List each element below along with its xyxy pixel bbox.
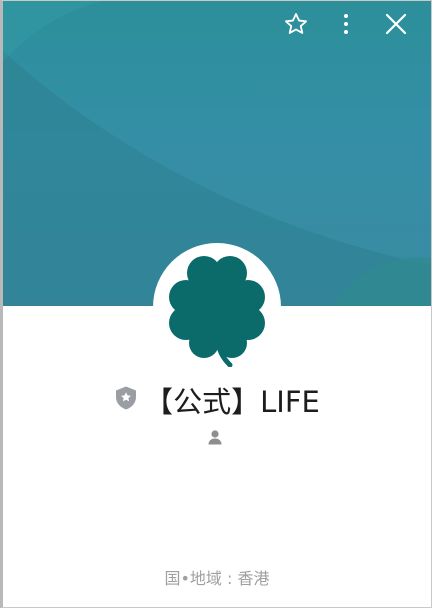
avatar[interactable] [153, 243, 281, 371]
header-actions [281, 9, 411, 39]
person-icon [207, 429, 223, 449]
clover-icon [169, 256, 265, 367]
official-shield-icon [114, 385, 138, 415]
profile-name: 【公式】LIFE [144, 385, 320, 419]
region-text: 国•地域 : 香港 [164, 569, 270, 588]
profile-window: 【公式】LIFE 国•地域 : 香港 [0, 0, 432, 608]
friends-info[interactable] [3, 429, 431, 449]
close-icon[interactable] [381, 9, 411, 39]
star-icon[interactable] [281, 9, 311, 39]
more-vertical-icon[interactable] [331, 9, 361, 39]
profile-name-row: 【公式】LIFE [3, 379, 431, 421]
